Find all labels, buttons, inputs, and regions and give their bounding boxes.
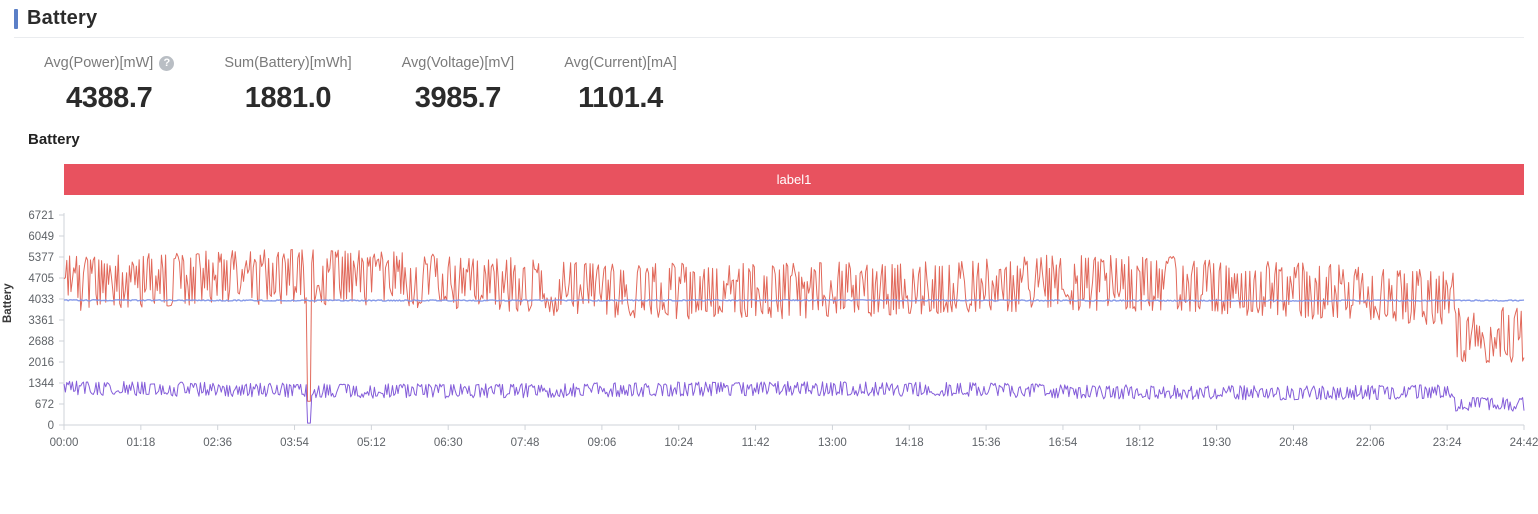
svg-text:5377: 5377	[28, 252, 54, 264]
svg-text:1344: 1344	[28, 378, 54, 390]
stat-label: Sum(Battery)[mWh]	[224, 55, 351, 71]
svg-text:14:18: 14:18	[895, 437, 924, 449]
svg-text:00:00: 00:00	[50, 437, 79, 449]
svg-text:06:30: 06:30	[434, 437, 463, 449]
stat-label-text: Avg(Current)[mA]	[564, 55, 677, 71]
svg-text:0: 0	[48, 420, 54, 432]
stat-value: 1881.0	[244, 82, 332, 114]
svg-text:2688: 2688	[28, 336, 54, 348]
svg-text:05:12: 05:12	[357, 437, 386, 449]
svg-text:16:54: 16:54	[1049, 437, 1078, 449]
page-title: Battery	[27, 7, 98, 29]
svg-text:01:18: 01:18	[126, 437, 155, 449]
chart-title: Battery	[28, 131, 80, 148]
svg-text:4705: 4705	[28, 273, 54, 285]
svg-text:09:06: 09:06	[588, 437, 617, 449]
svg-text:23:24: 23:24	[1433, 437, 1462, 449]
page-header: Battery	[0, 0, 1538, 37]
svg-text:672: 672	[35, 399, 54, 411]
stat-label: Avg(Current)[mA]	[564, 55, 677, 71]
svg-text:2016: 2016	[28, 357, 54, 369]
svg-text:3361: 3361	[28, 315, 54, 327]
stat-label-text: Avg(Power)[mW]	[44, 55, 154, 71]
stat-card-avg-power: Avg(Power)[mW] ? 4388.7	[44, 55, 175, 115]
svg-text:4033: 4033	[28, 294, 54, 306]
svg-text:15:36: 15:36	[972, 437, 1001, 449]
stat-card-sum-battery: Sum(Battery)[mWh] 1881.0	[224, 55, 351, 115]
svg-text:20:48: 20:48	[1279, 437, 1308, 449]
svg-text:13:00: 13:00	[818, 437, 847, 449]
svg-text:18:12: 18:12	[1125, 437, 1154, 449]
svg-text:11:42: 11:42	[742, 437, 770, 449]
battery-chart-section: Battery label1 Battery 0 672 1344 2016 2688 3…	[0, 131, 1538, 473]
stat-label: Avg(Power)[mW] ?	[44, 55, 175, 71]
svg-text:02:36: 02:36	[203, 437, 232, 449]
stat-label-text: Sum(Battery)[mWh]	[224, 55, 352, 71]
svg-text:10:24: 10:24	[664, 437, 693, 449]
battery-timeseries-chart[interactable]: 0 672 1344 2016 2688 3361 4033 4705 5377 6049 6721…	[0, 205, 1538, 473]
title-accent-bar	[14, 8, 18, 29]
svg-text:19:30: 19:30	[1202, 437, 1231, 449]
summary-stats-row: Avg(Power)[mW] ? 4388.7 Sum(Battery)[mWh…	[0, 38, 1538, 115]
help-icon[interactable]: ?	[159, 55, 175, 71]
stat-card-avg-voltage: Avg(Voltage)[mV] 3985.7	[402, 55, 515, 115]
legend-band-wrap: label1	[0, 164, 1538, 195]
svg-text:03:54: 03:54	[280, 437, 309, 449]
stat-label: Avg(Voltage)[mV]	[402, 55, 515, 71]
stat-value: 1101.4	[578, 82, 663, 114]
legend-band-label1[interactable]: label1	[64, 164, 1524, 195]
stat-value: 4388.7	[66, 82, 153, 114]
svg-text:6049: 6049	[28, 231, 54, 243]
svg-text:24:42: 24:42	[1510, 437, 1538, 449]
stat-label-text: Avg(Voltage)[mV]	[401, 55, 515, 71]
svg-text:22:06: 22:06	[1356, 437, 1385, 449]
stat-card-avg-current: Avg(Current)[mA] 1101.4	[564, 55, 677, 115]
svg-text:6721: 6721	[28, 210, 54, 222]
stat-value: 3985.7	[414, 82, 502, 114]
svg-text:07:48: 07:48	[511, 437, 540, 449]
plot-area: Battery 0 672 1344 2016 2688 3361 4033 4705 5377…	[0, 205, 1538, 473]
